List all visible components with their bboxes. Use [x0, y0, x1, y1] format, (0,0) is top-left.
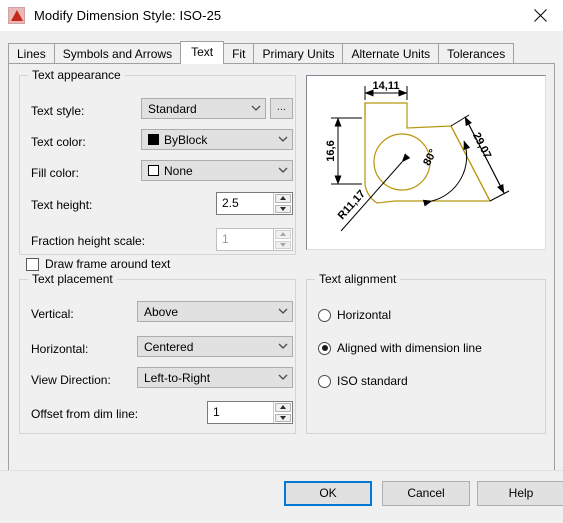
tab-primary-units[interactable]: Primary Units: [253, 43, 344, 63]
cancel-button[interactable]: Cancel: [382, 481, 470, 506]
tab-tolerances[interactable]: Tolerances: [438, 43, 515, 63]
label-fill-color: Fill color:: [31, 166, 80, 180]
text-style-value: Standard: [148, 101, 197, 116]
help-button[interactable]: Help: [477, 481, 563, 506]
fraction-height-scale-stepper: 1: [216, 228, 293, 251]
text-color-swatch: [148, 134, 159, 145]
preview-label-angle: 80°: [421, 147, 439, 167]
label-text-style: Text style:: [31, 104, 85, 118]
offset-increment-button[interactable]: [275, 403, 291, 412]
radio-circle-icon: [318, 374, 331, 388]
arrow-up-icon: [280, 196, 286, 201]
tab-alternate-units[interactable]: Alternate Units: [342, 43, 440, 63]
draw-frame-around-text-label: Draw frame around text: [45, 257, 171, 271]
radio-circle-selected-icon: [318, 341, 331, 355]
horizontal-dropdown[interactable]: Centered: [137, 336, 293, 357]
fill-color-swatch: [148, 165, 159, 176]
chevron-down-icon: [274, 374, 292, 381]
radio-aligned-label: Aligned with dimension line: [337, 341, 482, 355]
tab-lines[interactable]: Lines: [8, 43, 55, 63]
horizontal-value: Centered: [144, 339, 194, 354]
chevron-down-icon: [274, 136, 292, 143]
label-fraction-height-scale: Fraction height scale:: [31, 234, 146, 248]
text-height-increment-button[interactable]: [275, 194, 291, 203]
preview-label-width: 14,11: [373, 80, 400, 92]
radio-aligned-with-dimension-line[interactable]: Aligned with dimension line: [318, 341, 482, 355]
vertical-value: Above: [144, 304, 179, 319]
preview-drawing: 14,11 16,6 29,07 R11,17 80°: [325, 80, 510, 232]
radio-iso-standard-label: ISO standard: [337, 374, 408, 388]
preview-label-radius: R11,17: [336, 188, 368, 222]
radio-circle-icon: [318, 308, 331, 322]
group-text-placement: Text placement Vertical: Above Horizonta…: [19, 272, 296, 434]
fill-color-value: None: [164, 163, 193, 178]
text-color-value: ByBlock: [164, 132, 208, 147]
view-direction-dropdown[interactable]: Left-to-Right: [137, 367, 293, 388]
draw-frame-around-text-checkbox[interactable]: Draw frame around text: [26, 257, 170, 271]
radio-horizontal[interactable]: Horizontal: [318, 308, 391, 322]
title-bar: Modify Dimension Style: ISO-25: [0, 0, 563, 31]
view-direction-value: Left-to-Right: [144, 370, 211, 385]
label-offset-from-dim-line: Offset from dim line:: [31, 407, 139, 421]
fraction-height-increment-button: [275, 230, 291, 239]
preview-label-diagonal: 29,07: [470, 131, 493, 161]
close-button[interactable]: [518, 0, 563, 30]
close-icon: [534, 8, 547, 22]
chevron-down-icon: [274, 308, 292, 315]
tab-symbols-arrows[interactable]: Symbols and Arrows: [53, 43, 182, 63]
fraction-height-decrement-button: [275, 240, 291, 249]
tab-text[interactable]: Text: [180, 41, 225, 64]
label-horizontal: Horizontal:: [31, 342, 89, 356]
chevron-down-icon: [274, 167, 292, 174]
text-style-dropdown[interactable]: Standard: [141, 98, 266, 119]
label-view-direction: View Direction:: [31, 373, 111, 387]
tab-fit[interactable]: Fit: [223, 43, 255, 63]
radio-horizontal-label: Horizontal: [337, 308, 392, 322]
text-height-value[interactable]: 2.5: [217, 193, 273, 214]
label-text-height: Text height:: [31, 198, 93, 212]
arrow-down-icon: [280, 415, 286, 420]
checkbox-box-icon: [26, 257, 39, 271]
fill-color-dropdown[interactable]: None: [141, 160, 293, 181]
offset-from-dim-line-stepper[interactable]: 1: [207, 401, 293, 424]
chevron-down-icon: [247, 105, 265, 112]
group-text-appearance-legend: Text appearance: [28, 68, 125, 82]
text-style-browse-button[interactable]: ...: [270, 98, 293, 119]
fraction-height-scale-value: 1: [222, 232, 229, 246]
offset-from-dim-line-value[interactable]: 1: [208, 402, 273, 423]
preview-label-height: 16,6: [325, 140, 337, 161]
group-text-placement-legend: Text placement: [28, 272, 117, 286]
text-height-decrement-button[interactable]: [275, 204, 291, 213]
group-text-alignment: Text alignment Horizontal Aligned with d…: [306, 272, 546, 434]
chevron-down-icon: [274, 343, 292, 350]
group-text-appearance: Text appearance Text style: Standard ...…: [19, 68, 296, 255]
label-text-color: Text color:: [31, 135, 86, 149]
group-text-alignment-legend: Text alignment: [315, 272, 401, 286]
arrow-down-icon: [280, 242, 286, 247]
tab-strip: Lines Symbols and Arrows Text Fit Primar…: [8, 41, 555, 64]
ok-button[interactable]: OK: [284, 481, 372, 506]
window-title: Modify Dimension Style: ISO-25: [34, 7, 222, 23]
tab-content-text: Text appearance Text style: Standard ...…: [8, 64, 555, 471]
label-vertical: Vertical:: [31, 307, 74, 321]
vertical-dropdown[interactable]: Above: [137, 301, 293, 322]
offset-decrement-button[interactable]: [275, 413, 291, 422]
dimension-style-preview: 14,11 16,6 29,07 R11,17 80°: [306, 75, 546, 250]
arrow-up-icon: [280, 405, 286, 410]
radio-iso-standard[interactable]: ISO standard: [318, 374, 408, 388]
dialog-footer: OK Cancel Help: [0, 470, 563, 523]
text-height-stepper[interactable]: 2.5: [216, 192, 293, 215]
text-color-dropdown[interactable]: ByBlock: [141, 129, 293, 150]
autocad-logo-icon: [8, 6, 25, 24]
tab-strip-filler: [513, 43, 555, 63]
arrow-up-icon: [280, 232, 286, 237]
arrow-down-icon: [280, 206, 286, 211]
